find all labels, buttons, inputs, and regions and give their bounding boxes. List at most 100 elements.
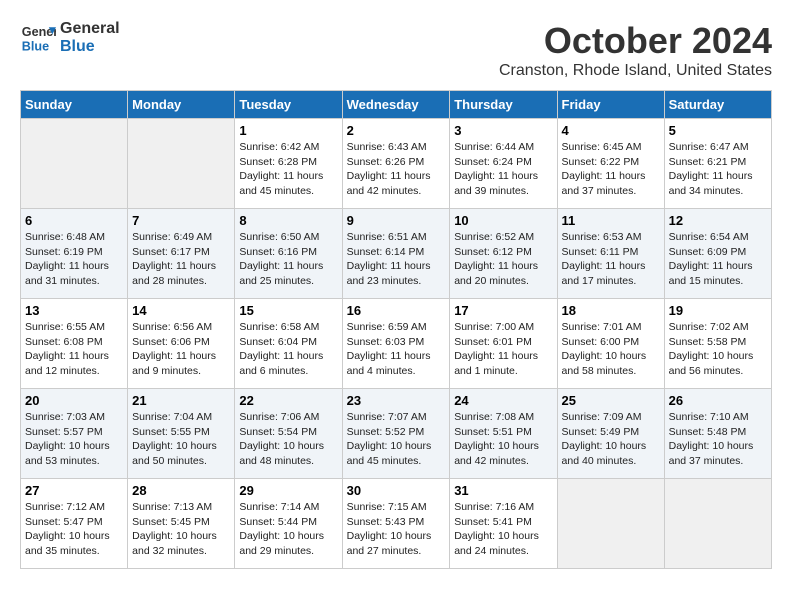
day-info: Sunrise: 6:49 AMSunset: 6:17 PMDaylight:…: [132, 230, 230, 289]
day-number: 9: [347, 213, 446, 228]
day-info: Sunrise: 7:16 AMSunset: 5:41 PMDaylight:…: [454, 500, 552, 559]
day-info: Sunrise: 7:02 AMSunset: 5:58 PMDaylight:…: [669, 320, 767, 379]
day-number: 21: [132, 393, 230, 408]
page-header: General Blue General Blue October 2024 C…: [20, 20, 772, 80]
logo-general: General: [60, 20, 120, 38]
day-number: 20: [25, 393, 123, 408]
day-number: 23: [347, 393, 446, 408]
day-number: 11: [562, 213, 660, 228]
day-info: Sunrise: 6:59 AMSunset: 6:03 PMDaylight:…: [347, 320, 446, 379]
day-number: 27: [25, 483, 123, 498]
calendar-cell: 7 Sunrise: 6:49 AMSunset: 6:17 PMDaylight…: [128, 209, 235, 299]
calendar-cell: [664, 479, 771, 569]
calendar-cell: 4 Sunrise: 6:45 AMSunset: 6:22 PMDaylight…: [557, 119, 664, 209]
calendar-cell: 16 Sunrise: 6:59 AMSunset: 6:03 PMDayligh…: [342, 299, 450, 389]
day-number: 25: [562, 393, 660, 408]
day-info: Sunrise: 6:42 AMSunset: 6:28 PMDaylight:…: [239, 140, 337, 199]
day-number: 30: [347, 483, 446, 498]
month-title: October 2024: [499, 20, 772, 62]
day-info: Sunrise: 7:13 AMSunset: 5:45 PMDaylight:…: [132, 500, 230, 559]
calendar-cell: 17Sunrise: 7:00 AMSunset: 6:01 PMDayligh…: [450, 299, 557, 389]
day-number: 18: [562, 303, 660, 318]
day-number: 2: [347, 123, 446, 138]
calendar-cell: 20 Sunrise: 7:03 AMSunset: 5:57 PMDayligh…: [21, 389, 128, 479]
day-number: 3: [454, 123, 552, 138]
weekday-header-row: SundayMondayTuesdayWednesdayThursdayFrid…: [21, 91, 772, 119]
logo-icon: General Blue: [20, 20, 56, 56]
calendar-cell: 28 Sunrise: 7:13 AMSunset: 5:45 PMDayligh…: [128, 479, 235, 569]
day-number: 28: [132, 483, 230, 498]
day-number: 15: [239, 303, 337, 318]
day-number: 12: [669, 213, 767, 228]
calendar-week-5: 27 Sunrise: 7:12 AMSunset: 5:47 PMDayligh…: [21, 479, 772, 569]
day-info: Sunrise: 7:12 AMSunset: 5:47 PMDaylight:…: [25, 500, 123, 559]
day-number: 10: [454, 213, 552, 228]
weekday-header-tuesday: Tuesday: [235, 91, 342, 119]
calendar-week-4: 20 Sunrise: 7:03 AMSunset: 5:57 PMDayligh…: [21, 389, 772, 479]
day-info: Sunrise: 7:00 AMSunset: 6:01 PMDaylight:…: [454, 320, 552, 379]
calendar-cell: 9Sunrise: 6:51 AMSunset: 6:14 PMDaylight…: [342, 209, 450, 299]
calendar-week-3: 13Sunrise: 6:55 AMSunset: 6:08 PMDayligh…: [21, 299, 772, 389]
day-info: Sunrise: 6:56 AMSunset: 6:06 PMDaylight:…: [132, 320, 230, 379]
calendar-cell: 26Sunrise: 7:10 AMSunset: 5:48 PMDayligh…: [664, 389, 771, 479]
logo-blue: Blue: [60, 38, 120, 56]
calendar-cell: 12 Sunrise: 6:54 AMSunset: 6:09 PMDayligh…: [664, 209, 771, 299]
calendar-cell: 14 Sunrise: 6:56 AMSunset: 6:06 PMDayligh…: [128, 299, 235, 389]
day-info: Sunrise: 7:03 AMSunset: 5:57 PMDaylight:…: [25, 410, 123, 469]
day-number: 7: [132, 213, 230, 228]
calendar-cell: [21, 119, 128, 209]
day-info: Sunrise: 7:14 AMSunset: 5:44 PMDaylight:…: [239, 500, 337, 559]
logo: General Blue General Blue: [20, 20, 120, 56]
day-number: 31: [454, 483, 552, 498]
calendar-cell: 6Sunrise: 6:48 AMSunset: 6:19 PMDaylight…: [21, 209, 128, 299]
day-info: Sunrise: 6:53 AMSunset: 6:11 PMDaylight:…: [562, 230, 660, 289]
calendar-cell: 5 Sunrise: 6:47 AMSunset: 6:21 PMDaylight…: [664, 119, 771, 209]
weekday-header-saturday: Saturday: [664, 91, 771, 119]
calendar-cell: 11 Sunrise: 6:53 AMSunset: 6:11 PMDayligh…: [557, 209, 664, 299]
day-info: Sunrise: 7:04 AMSunset: 5:55 PMDaylight:…: [132, 410, 230, 469]
calendar-cell: 10Sunrise: 6:52 AMSunset: 6:12 PMDayligh…: [450, 209, 557, 299]
day-info: Sunrise: 7:09 AMSunset: 5:49 PMDaylight:…: [562, 410, 660, 469]
day-info: Sunrise: 7:07 AMSunset: 5:52 PMDaylight:…: [347, 410, 446, 469]
day-info: Sunrise: 6:43 AMSunset: 6:26 PMDaylight:…: [347, 140, 446, 199]
calendar-cell: 22Sunrise: 7:06 AMSunset: 5:54 PMDayligh…: [235, 389, 342, 479]
weekday-header-monday: Monday: [128, 91, 235, 119]
day-info: Sunrise: 6:47 AMSunset: 6:21 PMDaylight:…: [669, 140, 767, 199]
day-number: 24: [454, 393, 552, 408]
day-info: Sunrise: 6:58 AMSunset: 6:04 PMDaylight:…: [239, 320, 337, 379]
day-number: 26: [669, 393, 767, 408]
calendar-cell: 24 Sunrise: 7:08 AMSunset: 5:51 PMDayligh…: [450, 389, 557, 479]
day-number: 22: [239, 393, 337, 408]
calendar-cell: 18 Sunrise: 7:01 AMSunset: 6:00 PMDayligh…: [557, 299, 664, 389]
weekday-header-wednesday: Wednesday: [342, 91, 450, 119]
weekday-header-friday: Friday: [557, 91, 664, 119]
day-number: 1: [239, 123, 337, 138]
calendar-cell: 27 Sunrise: 7:12 AMSunset: 5:47 PMDayligh…: [21, 479, 128, 569]
calendar-cell: [128, 119, 235, 209]
day-info: Sunrise: 7:01 AMSunset: 6:00 PMDaylight:…: [562, 320, 660, 379]
day-number: 29: [239, 483, 337, 498]
title-block: October 2024 Cranston, Rhode Island, Uni…: [499, 20, 772, 80]
location: Cranston, Rhode Island, United States: [499, 62, 772, 80]
calendar-table: SundayMondayTuesdayWednesdayThursdayFrid…: [20, 90, 772, 569]
calendar-cell: 30 Sunrise: 7:15 AMSunset: 5:43 PMDayligh…: [342, 479, 450, 569]
day-info: Sunrise: 7:15 AMSunset: 5:43 PMDaylight:…: [347, 500, 446, 559]
day-number: 5: [669, 123, 767, 138]
day-number: 19: [669, 303, 767, 318]
calendar-cell: 3 Sunrise: 6:44 AMSunset: 6:24 PMDaylight…: [450, 119, 557, 209]
day-number: 14: [132, 303, 230, 318]
day-number: 4: [562, 123, 660, 138]
calendar-cell: 13Sunrise: 6:55 AMSunset: 6:08 PMDayligh…: [21, 299, 128, 389]
svg-text:Blue: Blue: [22, 40, 49, 54]
day-info: Sunrise: 6:45 AMSunset: 6:22 PMDaylight:…: [562, 140, 660, 199]
calendar-week-1: 1 Sunrise: 6:42 AMSunset: 6:28 PMDaylight…: [21, 119, 772, 209]
weekday-header-thursday: Thursday: [450, 91, 557, 119]
day-info: Sunrise: 6:50 AMSunset: 6:16 PMDaylight:…: [239, 230, 337, 289]
day-info: Sunrise: 6:54 AMSunset: 6:09 PMDaylight:…: [669, 230, 767, 289]
calendar-cell: 1 Sunrise: 6:42 AMSunset: 6:28 PMDaylight…: [235, 119, 342, 209]
day-info: Sunrise: 6:55 AMSunset: 6:08 PMDaylight:…: [25, 320, 123, 379]
day-number: 16: [347, 303, 446, 318]
calendar-cell: 2 Sunrise: 6:43 AMSunset: 6:26 PMDaylight…: [342, 119, 450, 209]
day-info: Sunrise: 6:44 AMSunset: 6:24 PMDaylight:…: [454, 140, 552, 199]
day-info: Sunrise: 7:08 AMSunset: 5:51 PMDaylight:…: [454, 410, 552, 469]
